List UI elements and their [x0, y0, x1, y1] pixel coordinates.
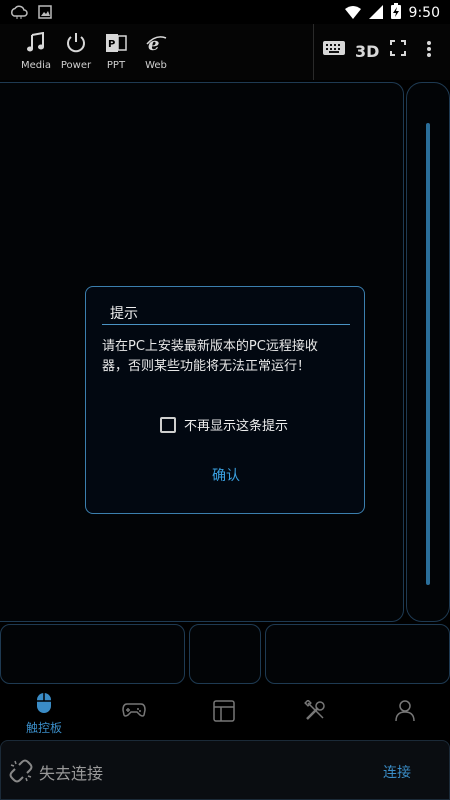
toolbar-web-button[interactable]: e Web	[135, 32, 177, 71]
image-notification-icon	[38, 4, 52, 23]
signal-icon	[368, 4, 383, 23]
status-bar: 9:50	[0, 0, 450, 24]
toolbar-ppt-label: PPT	[106, 60, 126, 71]
connection-status: 失去连接	[39, 764, 104, 783]
more-vert-icon	[426, 41, 432, 62]
connection-bar: 失去连接 连接	[0, 740, 450, 800]
toolbar-media-label: Media	[20, 60, 52, 71]
toolbar-media-button[interactable]: Media	[15, 31, 57, 71]
toolbar-divider	[313, 24, 314, 80]
power-icon	[65, 33, 87, 58]
wifi-icon	[344, 4, 361, 23]
internet-explorer-icon: e	[145, 34, 167, 58]
layout-icon	[213, 700, 235, 726]
right-click-button[interactable]	[265, 624, 450, 684]
toolbar-power-label: Power	[60, 60, 92, 71]
scroll-track	[426, 123, 430, 585]
confirm-button[interactable]: 确认	[86, 465, 366, 485]
toolbar-power-button[interactable]: Power	[55, 32, 97, 71]
tab-touchpad-label: 触控板	[25, 721, 62, 735]
fullscreen-icon	[390, 40, 406, 60]
tab-tools[interactable]	[285, 699, 345, 726]
tab-profile[interactable]	[375, 700, 435, 726]
dont-show-again-option[interactable]: 不再显示这条提示	[160, 415, 288, 434]
svg-text:P: P	[108, 39, 115, 50]
clock: 9:50	[408, 5, 440, 21]
broken-link-icon	[9, 759, 33, 787]
dont-show-again-label: 不再显示这条提示	[184, 419, 289, 434]
dont-show-again-checkbox[interactable]	[160, 416, 176, 433]
user-icon	[395, 700, 415, 726]
tab-gamepad[interactable]	[104, 702, 164, 722]
3d-mode-button[interactable]: 3D	[355, 42, 379, 61]
dialog-title: 提示	[110, 306, 138, 322]
prompt-dialog: 提示 请在PC上安装最新版本的PC远程接收器，否则某些功能将无法正常运行！ 不再…	[85, 286, 365, 514]
fullscreen-button[interactable]	[390, 40, 406, 60]
dialog-message: 请在PC上安装最新版本的PC远程接收器，否则某些功能将无法正常运行！	[102, 339, 318, 374]
bottom-navigation: 触控板	[0, 686, 450, 738]
keyboard-icon	[323, 41, 345, 60]
3d-label: 3D	[355, 42, 380, 61]
toolbar-web-label: Web	[145, 60, 167, 71]
tab-layout[interactable]	[194, 700, 254, 726]
top-toolbar: Media Power P PPT e Web 3D	[0, 24, 450, 80]
dialog-title-divider	[102, 324, 350, 325]
mouse-icon	[36, 693, 52, 718]
music-note-icon	[26, 31, 46, 58]
connect-button[interactable]: 连接	[383, 762, 411, 782]
middle-click-button[interactable]	[189, 624, 261, 684]
gamepad-icon	[122, 703, 146, 722]
scroll-wheel-area[interactable]	[406, 82, 450, 622]
powerpoint-icon: P	[105, 34, 127, 58]
tab-touchpad[interactable]: 触控板	[14, 692, 74, 736]
keyboard-button[interactable]	[323, 40, 345, 60]
tools-icon	[304, 699, 326, 726]
battery-charging-icon	[390, 3, 401, 23]
toolbar-ppt-button[interactable]: P PPT	[95, 32, 137, 71]
left-click-button[interactable]	[0, 624, 185, 684]
cloud-sync-icon	[10, 4, 28, 23]
overflow-menu-button[interactable]	[426, 40, 432, 62]
